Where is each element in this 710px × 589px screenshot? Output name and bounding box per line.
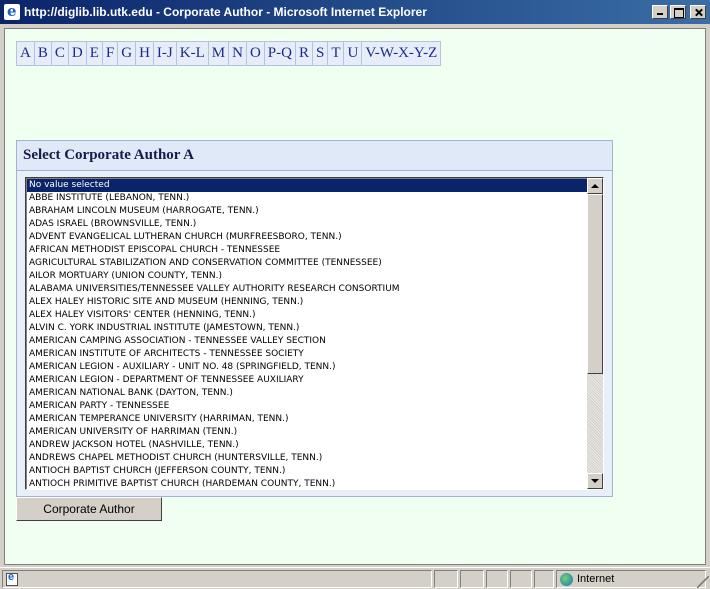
list-option[interactable]: AMERICAN NATIONAL BANK (DAYTON, TENN.) [27, 387, 588, 400]
status-panel-3 [486, 570, 508, 588]
letter-link-a[interactable]: A [17, 42, 35, 65]
status-panel-2 [460, 570, 484, 588]
globe-icon [560, 573, 573, 586]
list-option[interactable]: ABRAHAM LINCOLN MUSEUM (HARROGATE, TENN.… [27, 205, 588, 218]
letter-link-o[interactable]: O [247, 42, 265, 65]
list-option[interactable]: AMERICAN TEMPERANCE UNIVERSITY (HARRIMAN… [27, 413, 588, 426]
letter-link-e[interactable]: E [87, 42, 103, 65]
letter-link-m[interactable]: M [209, 42, 230, 65]
close-button[interactable] [690, 5, 706, 19]
list-option[interactable]: ANTIOCH PRIMITIVE BAPTIST CHURCH (HARDEM… [27, 478, 588, 490]
list-option[interactable]: ALEX HALEY HISTORIC SITE AND MUSEUM (HEN… [27, 296, 588, 309]
status-bar: Internet [0, 567, 710, 589]
maximize-button[interactable] [670, 5, 686, 19]
minimize-button[interactable] [652, 5, 668, 19]
list-option[interactable]: AFRICAN METHODIST EPISCOPAL CHURCH - TEN… [27, 244, 588, 257]
scroll-down-button[interactable] [587, 473, 603, 489]
list-option[interactable]: AMERICAN UNIVERSITY OF HARRIMAN (TENN.) [27, 426, 588, 439]
letter-link-h[interactable]: H [136, 42, 154, 65]
list-option[interactable]: ANDREW JACKSON HOTEL (NASHVILLE, TENN.) [27, 439, 588, 452]
list-option[interactable]: ANDREWS CHAPEL METHODIST CHURCH (HUNTERS… [27, 452, 588, 465]
letter-link-i-j[interactable]: I-J [154, 42, 177, 65]
list-option[interactable]: ANTIOCH BAPTIST CHURCH (JEFFERSON COUNTY… [27, 465, 588, 478]
letter-link-k-l[interactable]: K-L [177, 42, 209, 65]
letter-link-b[interactable]: B [35, 42, 52, 65]
letter-link-v-w-x-y-z[interactable]: V-W-X-Y-Z [362, 42, 440, 65]
ie-icon [4, 2, 20, 20]
list-option[interactable]: AGRICULTURAL STABILIZATION AND CONSERVAT… [27, 257, 588, 270]
status-panel-1 [434, 570, 458, 588]
status-text-panel [2, 570, 432, 588]
list-option[interactable]: AILOR MORTUARY (UNION COUNTY, TENN.) [27, 270, 588, 283]
letter-link-n[interactable]: N [229, 42, 247, 65]
list-option[interactable]: ADVENT EVANGELICAL LUTHERAN CHURCH (MURF… [27, 231, 588, 244]
title-bar: http://diglib.lib.utk.edu - Corporate Au… [0, 0, 710, 24]
scroll-thumb[interactable] [587, 194, 603, 374]
page-content: A B C D E F G H I-J K-L M N O P-Q R S T U V-W-X-Y-Z Select… [4, 28, 706, 565]
letter-link-d[interactable]: D [69, 42, 87, 65]
letter-link-g[interactable]: G [118, 42, 137, 65]
panel-title: Select Corporate Author A [17, 141, 612, 171]
letter-link-f[interactable]: F [103, 42, 119, 65]
list-option[interactable]: AMERICAN LEGION - AUXILIARY - UNIT NO. 4… [27, 361, 588, 374]
window-controls [652, 5, 706, 19]
list-option[interactable]: No value selected [27, 179, 588, 192]
list-option[interactable]: AMERICAN INSTITUTE OF ARCHITECTS - TENNE… [27, 348, 588, 361]
window-title: http://diglib.lib.utk.edu - Corporate Au… [24, 5, 427, 19]
corporate-author-button[interactable]: Corporate Author [16, 497, 162, 521]
zone-panel: Internet [556, 570, 706, 588]
corporate-author-listbox[interactable]: No value selected ABBE INSTITUTE (LEBANON… [25, 177, 604, 490]
list-option[interactable]: AMERICAN CAMPING ASSOCIATION - TENNESSEE… [27, 335, 588, 348]
resize-grip[interactable] [697, 576, 709, 588]
alphabet-nav: A B C D E F G H I-J K-L M N O P-Q R S T U V-W-X-Y-Z [16, 41, 442, 66]
scroll-up-button[interactable] [587, 178, 603, 194]
list-option[interactable]: ADAS ISRAEL (BROWNSVILLE, TENN.) [27, 218, 588, 231]
list-items: No value selected ABBE INSTITUTE (LEBANON… [27, 179, 588, 490]
letter-link-p-q[interactable]: P-Q [265, 42, 296, 65]
corporate-author-panel: Select Corporate Author A No value selec… [16, 140, 613, 497]
letter-link-u[interactable]: U [344, 42, 363, 65]
letter-link-c[interactable]: C [52, 42, 69, 65]
letter-link-t[interactable]: T [328, 42, 345, 65]
letter-link-r[interactable]: R [296, 42, 313, 65]
status-panel-5 [534, 570, 554, 588]
letter-link-s[interactable]: S [313, 42, 329, 65]
list-option[interactable]: ABBE INSTITUTE (LEBANON, TENN.) [27, 192, 588, 205]
zone-label: Internet [577, 573, 615, 585]
list-option[interactable]: ALEX HALEY VISITORS' CENTER (HENNING, TE… [27, 309, 588, 322]
list-option[interactable]: AMERICAN LEGION - DEPARTMENT OF TENNESSE… [27, 374, 588, 387]
status-panel-4 [510, 570, 532, 588]
list-option[interactable]: ALVIN C. YORK INDUSTRIAL INSTITUTE (JAME… [27, 322, 588, 335]
list-option[interactable]: ALABAMA UNIVERSITIES/TENNESSEE VALLEY AU… [27, 283, 588, 296]
listbox-scrollbar[interactable] [587, 178, 603, 489]
list-option[interactable]: AMERICAN PARTY - TENNESSEE [27, 400, 588, 413]
page-icon [6, 571, 18, 586]
